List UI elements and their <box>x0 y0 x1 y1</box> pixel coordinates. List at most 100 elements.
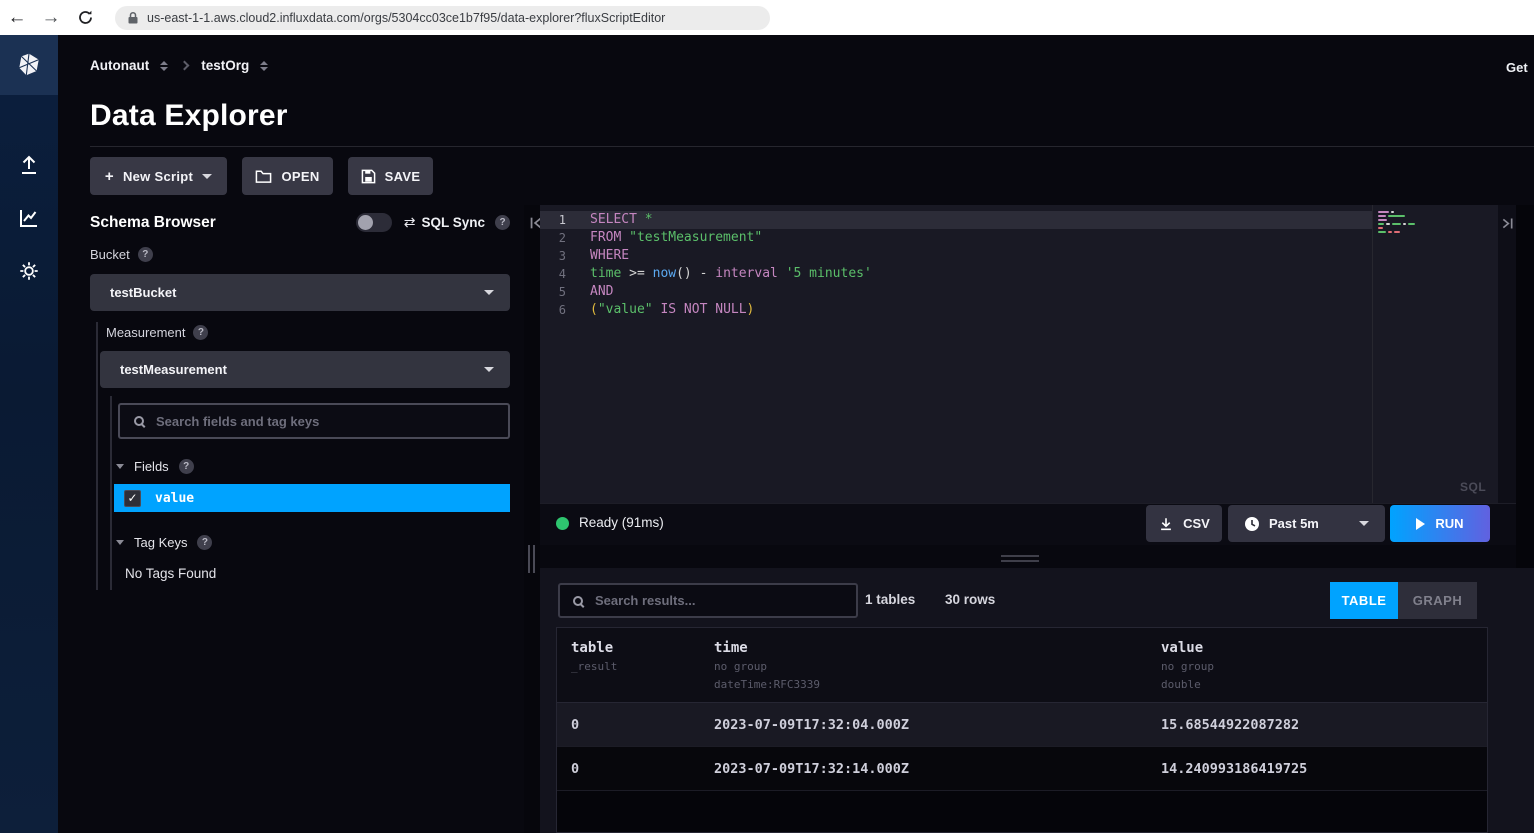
schema-search-input[interactable]: Search fields and tag keys <box>118 403 510 439</box>
browser-forward-icon[interactable]: → <box>34 7 68 29</box>
sql-sync-toggle[interactable] <box>356 213 392 232</box>
code-text: SELECT * <box>590 211 653 229</box>
collapse-right-icon[interactable] <box>1500 216 1515 231</box>
results-table-header: table_result timeno groupdateTime:RFC3339… <box>557 628 1487 703</box>
save-icon <box>361 169 376 184</box>
cube-logo-icon <box>16 52 42 78</box>
folder-icon <box>255 169 272 184</box>
code-line[interactable]: 6("value" IS NOT NULL) <box>540 301 1372 319</box>
table-cell: 14.240993186419725 <box>1161 761 1307 777</box>
new-script-button[interactable]: + New Script <box>90 157 227 195</box>
table-cell: 2023-07-09T17:32:14.000Z <box>714 761 909 777</box>
chevron-down-icon <box>484 290 494 295</box>
download-icon <box>1158 516 1174 532</box>
table-row[interactable]: 0 2023-07-09T17:32:14.000Z 14.240993186419… <box>557 747 1487 791</box>
tab-graph[interactable]: GRAPH <box>1398 582 1477 619</box>
tables-count: 1 tables <box>865 592 915 607</box>
vertical-splitter[interactable] <box>524 205 540 833</box>
browser-toolbar: ← → us-east-1-1.aws.cloud2.influxdata.co… <box>0 0 1534 35</box>
address-bar[interactable]: us-east-1-1.aws.cloud2.influxdata.com/or… <box>115 6 770 30</box>
indent-guide <box>110 396 112 590</box>
sync-arrows-icon: ⇄ <box>404 214 416 231</box>
field-item-value[interactable]: ✓ value <box>114 484 510 512</box>
sql-editor[interactable]: 1 SELECT * 2 FROM "testMeasurement" 3 WHERE4t… <box>540 205 1498 503</box>
schema-search-placeholder: Search fields and tag keys <box>156 414 319 429</box>
line-number: 6 <box>540 301 580 319</box>
save-button[interactable]: SAVE <box>348 157 433 195</box>
browser-back-icon[interactable]: ← <box>0 7 34 29</box>
results-search-input[interactable]: Search results... <box>558 583 858 618</box>
url-text: us-east-1-1.aws.cloud2.influxdata.com/or… <box>147 11 665 25</box>
editor-minimap[interactable] <box>1378 211 1438 235</box>
bucket-help-icon[interactable]: ? <box>138 247 153 262</box>
open-label: OPEN <box>281 169 319 184</box>
tag-keys-label: Tag Keys <box>134 535 187 550</box>
tag-keys-help-icon[interactable]: ? <box>197 535 212 550</box>
column-header: timeno groupdateTime:RFC3339 <box>714 640 820 692</box>
line-number: 4 <box>540 265 580 283</box>
org-switcher-icon[interactable] <box>160 61 168 71</box>
editor-right-strip <box>1498 205 1516 503</box>
tag-keys-section-toggle[interactable]: Tag Keys ? <box>116 535 212 550</box>
code-line[interactable]: 3 WHERE <box>540 247 1372 265</box>
indent-guide <box>96 322 98 590</box>
column-header: valueno groupdouble <box>1161 640 1214 692</box>
browser-reload-icon[interactable] <box>68 9 102 26</box>
code-text: FROM "testMeasurement" <box>590 229 762 247</box>
table-cell: 2023-07-09T17:32:04.000Z <box>714 717 909 733</box>
time-range-dropdown[interactable]: Past 5m <box>1228 505 1385 542</box>
breadcrumb-suborg[interactable]: testOrg <box>201 58 249 73</box>
suborg-switcher-icon[interactable] <box>260 61 268 71</box>
header-right-text[interactable]: Get <box>1506 60 1528 75</box>
table-cell: 0 <box>571 761 579 777</box>
upload-nav-icon[interactable] <box>0 153 58 177</box>
page-title: Data Explorer <box>90 99 288 133</box>
line-number: 1 <box>540 211 580 229</box>
table-row[interactable]: 02023-07-09T17:32:04.000Z15.685449220872… <box>557 703 1487 747</box>
code-text: WHERE <box>590 247 629 265</box>
run-label: RUN <box>1435 516 1463 531</box>
save-label: SAVE <box>385 169 421 184</box>
fields-section-toggle[interactable]: Fields ? <box>116 459 194 474</box>
measurement-help-icon[interactable]: ? <box>193 325 208 340</box>
settings-gear-icon[interactable] <box>0 260 58 282</box>
sql-sync-help-icon[interactable]: ? <box>495 215 510 230</box>
nav-sidebar: ? <box>0 35 58 833</box>
chevron-down-icon <box>202 174 212 179</box>
schema-browser-header: Schema Browser ⇄ SQL Sync ? <box>90 213 510 232</box>
csv-download-button[interactable]: CSV <box>1146 505 1222 542</box>
schema-browser-title: Schema Browser <box>90 214 216 232</box>
breadcrumb-org[interactable]: Autonaut <box>90 58 149 73</box>
code-line[interactable]: 2 FROM "testMeasurement" <box>540 229 1372 247</box>
measurement-selected-value: testMeasurement <box>120 362 227 377</box>
influxdb-logo[interactable] <box>0 35 58 95</box>
run-button[interactable]: RUN <box>1390 505 1490 542</box>
fields-help-icon[interactable]: ? <box>179 459 194 474</box>
tab-table[interactable]: TABLE <box>1330 582 1398 619</box>
results-table-body: 02023-07-09T17:32:04.000Z15.685449220872… <box>557 703 1487 791</box>
line-number: 3 <box>540 247 580 265</box>
chevron-down-icon <box>484 367 494 372</box>
status-text: Ready (91ms) <box>579 515 664 530</box>
breadcrumb-chevron-icon <box>180 61 190 71</box>
editor-language-label: SQL <box>1460 480 1486 494</box>
time-range-value: Past 5m <box>1269 516 1319 531</box>
column-header: table_result <box>571 640 617 674</box>
bucket-selected-value: testBucket <box>110 285 176 300</box>
line-number: 2 <box>540 229 580 247</box>
csv-label: CSV <box>1183 516 1210 531</box>
title-divider <box>90 146 1534 147</box>
horizontal-splitter[interactable] <box>1001 555 1039 565</box>
measurement-label: Measurement <box>106 325 185 340</box>
code-line[interactable]: 4time >= now() - interval '5 minutes' <box>540 265 1372 283</box>
open-button[interactable]: OPEN <box>242 157 333 195</box>
code-line[interactable]: 5AND <box>540 283 1372 301</box>
app-window: ← → us-east-1-1.aws.cloud2.influxdata.co… <box>0 0 1534 833</box>
bucket-dropdown[interactable]: testBucket <box>90 274 510 311</box>
bucket-label: Bucket <box>90 247 130 262</box>
measurement-dropdown[interactable]: testMeasurement <box>100 351 510 388</box>
new-script-label: New Script <box>123 169 193 184</box>
field-checkbox[interactable]: ✓ <box>124 490 141 507</box>
code-line[interactable]: 1 SELECT * <box>540 211 1372 229</box>
data-explorer-nav-icon[interactable] <box>0 207 58 229</box>
